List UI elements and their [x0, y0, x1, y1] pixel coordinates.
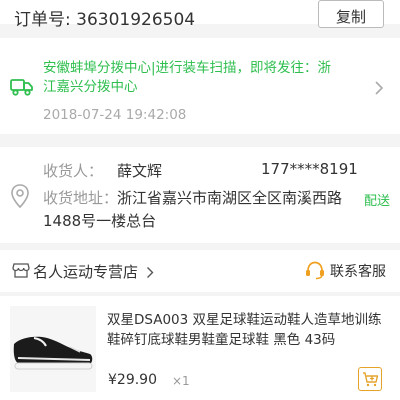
shop-icon [12, 261, 30, 283]
customer-service-icon[interactable] [304, 260, 326, 284]
order-number: 订单号: 36301926504 [14, 10, 196, 30]
receiver-name: 薛文辉 [117, 162, 163, 180]
product-quantity: ×1 [172, 374, 190, 388]
add-to-cart-icon [363, 372, 379, 387]
delivery-tag: 配送 [364, 194, 391, 209]
product-price: ¥29.90 [108, 372, 157, 388]
logistics-status: 安徽蚌埠分拨中心|进行装车扫描，即将发往：浙江嘉兴分拨中心 [43, 60, 332, 95]
receiver-name-label: 收货人： [43, 162, 104, 180]
product-image[interactable] [10, 306, 96, 392]
chevron-right-icon[interactable] [374, 80, 384, 100]
truck-icon [10, 77, 34, 101]
receiver-phone: 177****8191 [261, 160, 358, 178]
copy-button[interactable]: 复制 [318, 0, 384, 28]
logistics-timestamp: 2018-07-24 19:42:08 [43, 107, 187, 123]
location-pin-icon [9, 183, 31, 213]
contact-service-label[interactable]: 联系客服 [330, 261, 386, 281]
add-to-cart-button[interactable] [358, 367, 382, 391]
product-title[interactable]: 双星DSA003 双星足球鞋运动鞋人造草地训练鞋碎钉底球鞋男鞋童足球鞋 黑色 4… [107, 310, 392, 350]
store-name[interactable]: 名人运动专营店 [33, 261, 138, 282]
receiver-address: 浙江省嘉兴市南湖区全区南溪西路1488号一楼总台 [43, 189, 343, 230]
chevron-right-icon[interactable] [146, 264, 154, 283]
